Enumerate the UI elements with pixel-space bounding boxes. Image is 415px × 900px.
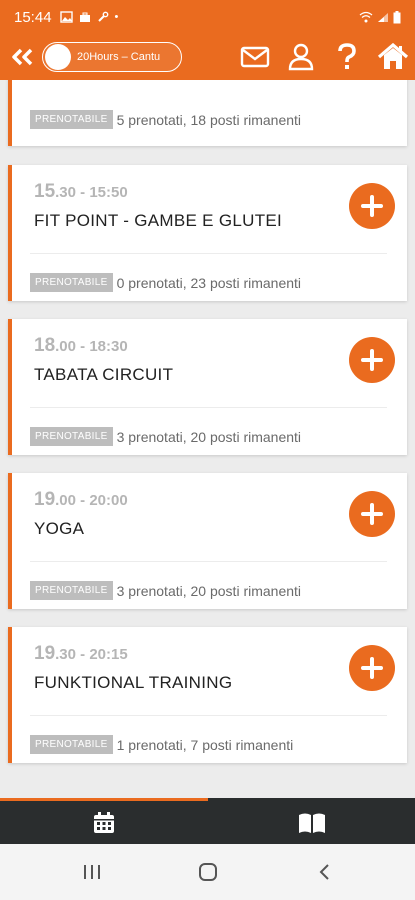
- chevron-left-icon: [319, 864, 329, 880]
- booking-info: 1 prenotati, 7 posti rimanenti: [116, 736, 294, 753]
- status-badge: PRENOTABILE: [30, 735, 113, 754]
- class-title: FIT POINT - GAMBE E GLUTEI: [34, 211, 283, 230]
- wifi-icon: [359, 11, 373, 23]
- battery-icon: [393, 10, 401, 23]
- class-hour: 15: [34, 181, 56, 202]
- bottom-tab-bar: [0, 798, 415, 844]
- briefcase-icon: [79, 12, 90, 22]
- header-actions: [239, 41, 409, 73]
- plus-icon: [361, 349, 383, 371]
- booking-info: 3 prenotati, 20 posti rimanenti: [116, 428, 302, 445]
- divider: [30, 407, 387, 408]
- class-hour: 19: [34, 643, 56, 664]
- class-list: PRENOTABILE 5 prenotati, 18 posti rimane…: [0, 80, 415, 798]
- booking-info: 0 prenotati, 23 posti rimanenti: [116, 274, 302, 291]
- home-nav-button[interactable]: [188, 858, 228, 886]
- class-title: TABATA CIRCUIT: [34, 365, 174, 384]
- gallery-icon: [59, 11, 73, 23]
- class-card: 19.00 - 20:00 YOGA PRENOTABILE 3 prenota…: [8, 473, 407, 609]
- booking-info: 5 prenotati, 18 posti rimanenti: [116, 111, 302, 128]
- system-nav-bar: [0, 844, 415, 900]
- status-system-icons: [359, 10, 401, 24]
- home-icon: [377, 43, 409, 69]
- home-button[interactable]: [377, 41, 409, 73]
- add-booking-button[interactable]: [349, 183, 395, 229]
- club-toggle-knob: [45, 44, 71, 70]
- class-time-range: .00 - 20:00: [55, 492, 128, 509]
- book-icon: [298, 813, 325, 833]
- plus-icon: [361, 503, 383, 525]
- class-hour: 18: [34, 335, 56, 356]
- class-hour: 19: [34, 489, 56, 510]
- club-selector[interactable]: 20Hours – Cantu: [42, 42, 182, 72]
- mail-icon: [240, 46, 270, 68]
- class-time-range: .00 - 18:30: [55, 338, 128, 355]
- status-badge: PRENOTABILE: [30, 273, 113, 292]
- wrench-icon: [97, 11, 108, 22]
- question-mark-icon: [338, 43, 356, 69]
- class-footer: PRENOTABILE 1 prenotati, 7 posti rimanen…: [30, 735, 293, 754]
- messages-button[interactable]: [239, 41, 271, 73]
- app-header: 20Hours – Cantu: [0, 34, 415, 80]
- status-bar: 15:44 •: [0, 0, 415, 34]
- status-badge: PRENOTABILE: [30, 110, 113, 129]
- tab-book[interactable]: [208, 801, 415, 844]
- tab-calendar[interactable]: [0, 801, 207, 844]
- divider: [30, 561, 387, 562]
- class-card: PRENOTABILE 5 prenotati, 18 posti rimane…: [8, 80, 407, 146]
- class-time: 15.30 - 15:50: [34, 181, 128, 203]
- double-chevron-left-icon: [12, 48, 33, 66]
- class-card: 15.30 - 15:50 FIT POINT - GAMBE E GLUTEI…: [8, 165, 407, 301]
- class-footer: PRENOTABILE 3 prenotati, 20 posti rimane…: [30, 427, 301, 446]
- class-time: 18.00 - 18:30: [34, 335, 128, 357]
- status-dot: •: [114, 11, 119, 23]
- status-time: 15:44: [14, 8, 52, 26]
- class-footer: PRENOTABILE 5 prenotati, 18 posti rimane…: [30, 110, 301, 129]
- class-time: 19.30 - 20:15: [34, 643, 128, 665]
- status-badge: PRENOTABILE: [30, 427, 113, 446]
- class-footer: PRENOTABILE 0 prenotati, 23 posti rimane…: [30, 273, 301, 292]
- class-time-range: .30 - 15:50: [55, 184, 128, 201]
- add-booking-button[interactable]: [349, 337, 395, 383]
- status-badge: PRENOTABILE: [30, 581, 113, 600]
- class-time-range: .30 - 20:15: [55, 646, 128, 663]
- help-button[interactable]: [331, 41, 363, 73]
- signal-icon: [378, 12, 388, 22]
- back-nav-button[interactable]: [304, 858, 344, 886]
- booking-info: 3 prenotati, 20 posti rimanenti: [116, 582, 302, 599]
- home-circle-icon: [199, 863, 217, 881]
- class-title: YOGA: [34, 519, 85, 538]
- user-icon: [288, 43, 314, 71]
- class-title: FUNKTIONAL TRAINING: [34, 673, 233, 692]
- divider: [30, 253, 387, 254]
- club-name: 20Hours – Cantu: [77, 51, 161, 63]
- plus-icon: [361, 657, 383, 679]
- add-booking-button[interactable]: [349, 645, 395, 691]
- class-time: 19.00 - 20:00: [34, 489, 128, 511]
- back-button[interactable]: [8, 43, 36, 71]
- plus-icon: [361, 195, 383, 217]
- recent-apps-icon: [84, 865, 100, 879]
- class-footer: PRENOTABILE 3 prenotati, 20 posti rimane…: [30, 581, 301, 600]
- status-notification-icons: •: [59, 11, 119, 23]
- add-booking-button[interactable]: [349, 491, 395, 537]
- profile-button[interactable]: [285, 41, 317, 73]
- recent-apps-button[interactable]: [72, 858, 112, 886]
- calendar-icon: [93, 811, 114, 833]
- divider: [30, 715, 387, 716]
- class-card: 18.00 - 18:30 TABATA CIRCUIT PRENOTABILE…: [8, 319, 407, 455]
- class-card: 19.30 - 20:15 FUNKTIONAL TRAINING PRENOT…: [8, 627, 407, 763]
